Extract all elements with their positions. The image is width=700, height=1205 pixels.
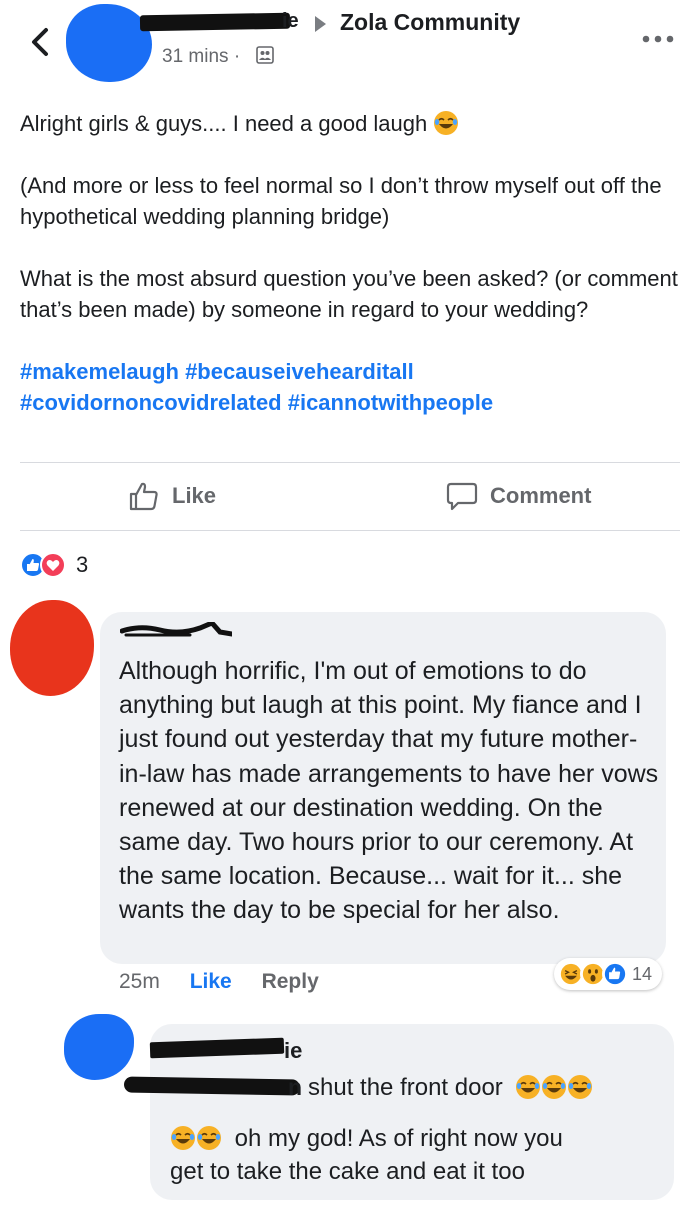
like-button[interactable]: Like [128,476,216,516]
author-name[interactable]: ie [282,10,299,33]
reply-text-line: oh my god! As of right now you [170,1122,563,1156]
comment-reactions[interactable]: 14 [554,958,663,990]
laughing-tears-emoji-icon [434,111,459,135]
comment-text: Although horrific, I'm out of emotions t… [119,657,659,925]
post-header: ie Zola Community 31 mins · [0,0,700,90]
comment-time[interactable]: 25m [119,970,160,993]
commenter-avatar[interactable] [10,600,94,696]
like-reaction-icon [602,961,628,987]
comment-like-button[interactable]: Like [190,970,232,993]
author-name-redaction [139,12,291,32]
hashtags-line[interactable]: #makemelaugh #becauseivehearditall [20,359,414,384]
mention-redaction [123,1076,301,1096]
post-paragraph: (And more or less to feel normal so I do… [20,173,662,229]
replier-name[interactable]: ie [284,1038,302,1064]
post-body: Alright girls & guys.... I need a good l… [20,108,680,418]
laughing-tears-emoji-group [170,1122,222,1156]
comment-button[interactable]: Comment [446,476,591,516]
comment-bubble-icon [446,482,478,511]
love-reaction-icon [40,552,66,578]
commenter-name-redaction [120,622,232,637]
replier-avatar[interactable] [64,1014,134,1080]
group-name-link[interactable]: Zola Community [340,9,520,36]
laughing-tears-emoji-icon [568,1075,593,1099]
hashtags[interactable]: #makemelaugh #becauseivehearditall #covid… [20,356,680,418]
more-horizontal-icon[interactable] [640,32,676,46]
arrow-right-icon [315,16,326,32]
laughing-tears-emoji-icon [197,1126,221,1150]
comment-reply-button[interactable]: Reply [262,970,319,993]
reaction-count: 3 [76,552,89,577]
author-avatar[interactable] [66,4,152,82]
mention-tag[interactable]: n [288,1074,302,1101]
laughing-tears-emoji-icon [171,1126,195,1150]
reactions-summary[interactable]: 3 [20,550,88,580]
reply-text-line: shut the front door [308,1074,593,1102]
post-paragraph: Alright girls & guys.... I need a good l… [20,108,680,139]
divider [20,530,680,531]
divider [20,462,680,463]
post-paragraph: What is the most absurd question you’ve … [20,266,678,322]
like-button-label: Like [172,483,217,508]
thumbs-up-icon [129,482,158,511]
group-audience-icon [256,46,274,64]
reply-text-line: get to take the cake and eat it too [170,1158,525,1185]
comment-button-label: Comment [490,483,592,508]
comment-meta: 25m Like Reply [119,970,343,994]
laughing-tears-emoji-group [515,1074,593,1102]
post-timestamp[interactable]: 31 mins · [162,46,240,68]
chevron-left-icon[interactable] [26,22,56,62]
laughing-tears-emoji-icon [542,1075,567,1099]
comment-reaction-count: 14 [632,963,653,984]
laughing-tears-emoji-icon [516,1075,541,1099]
hashtags-line[interactable]: #covidornoncovidrelated #icannotwithpeop… [20,390,493,415]
